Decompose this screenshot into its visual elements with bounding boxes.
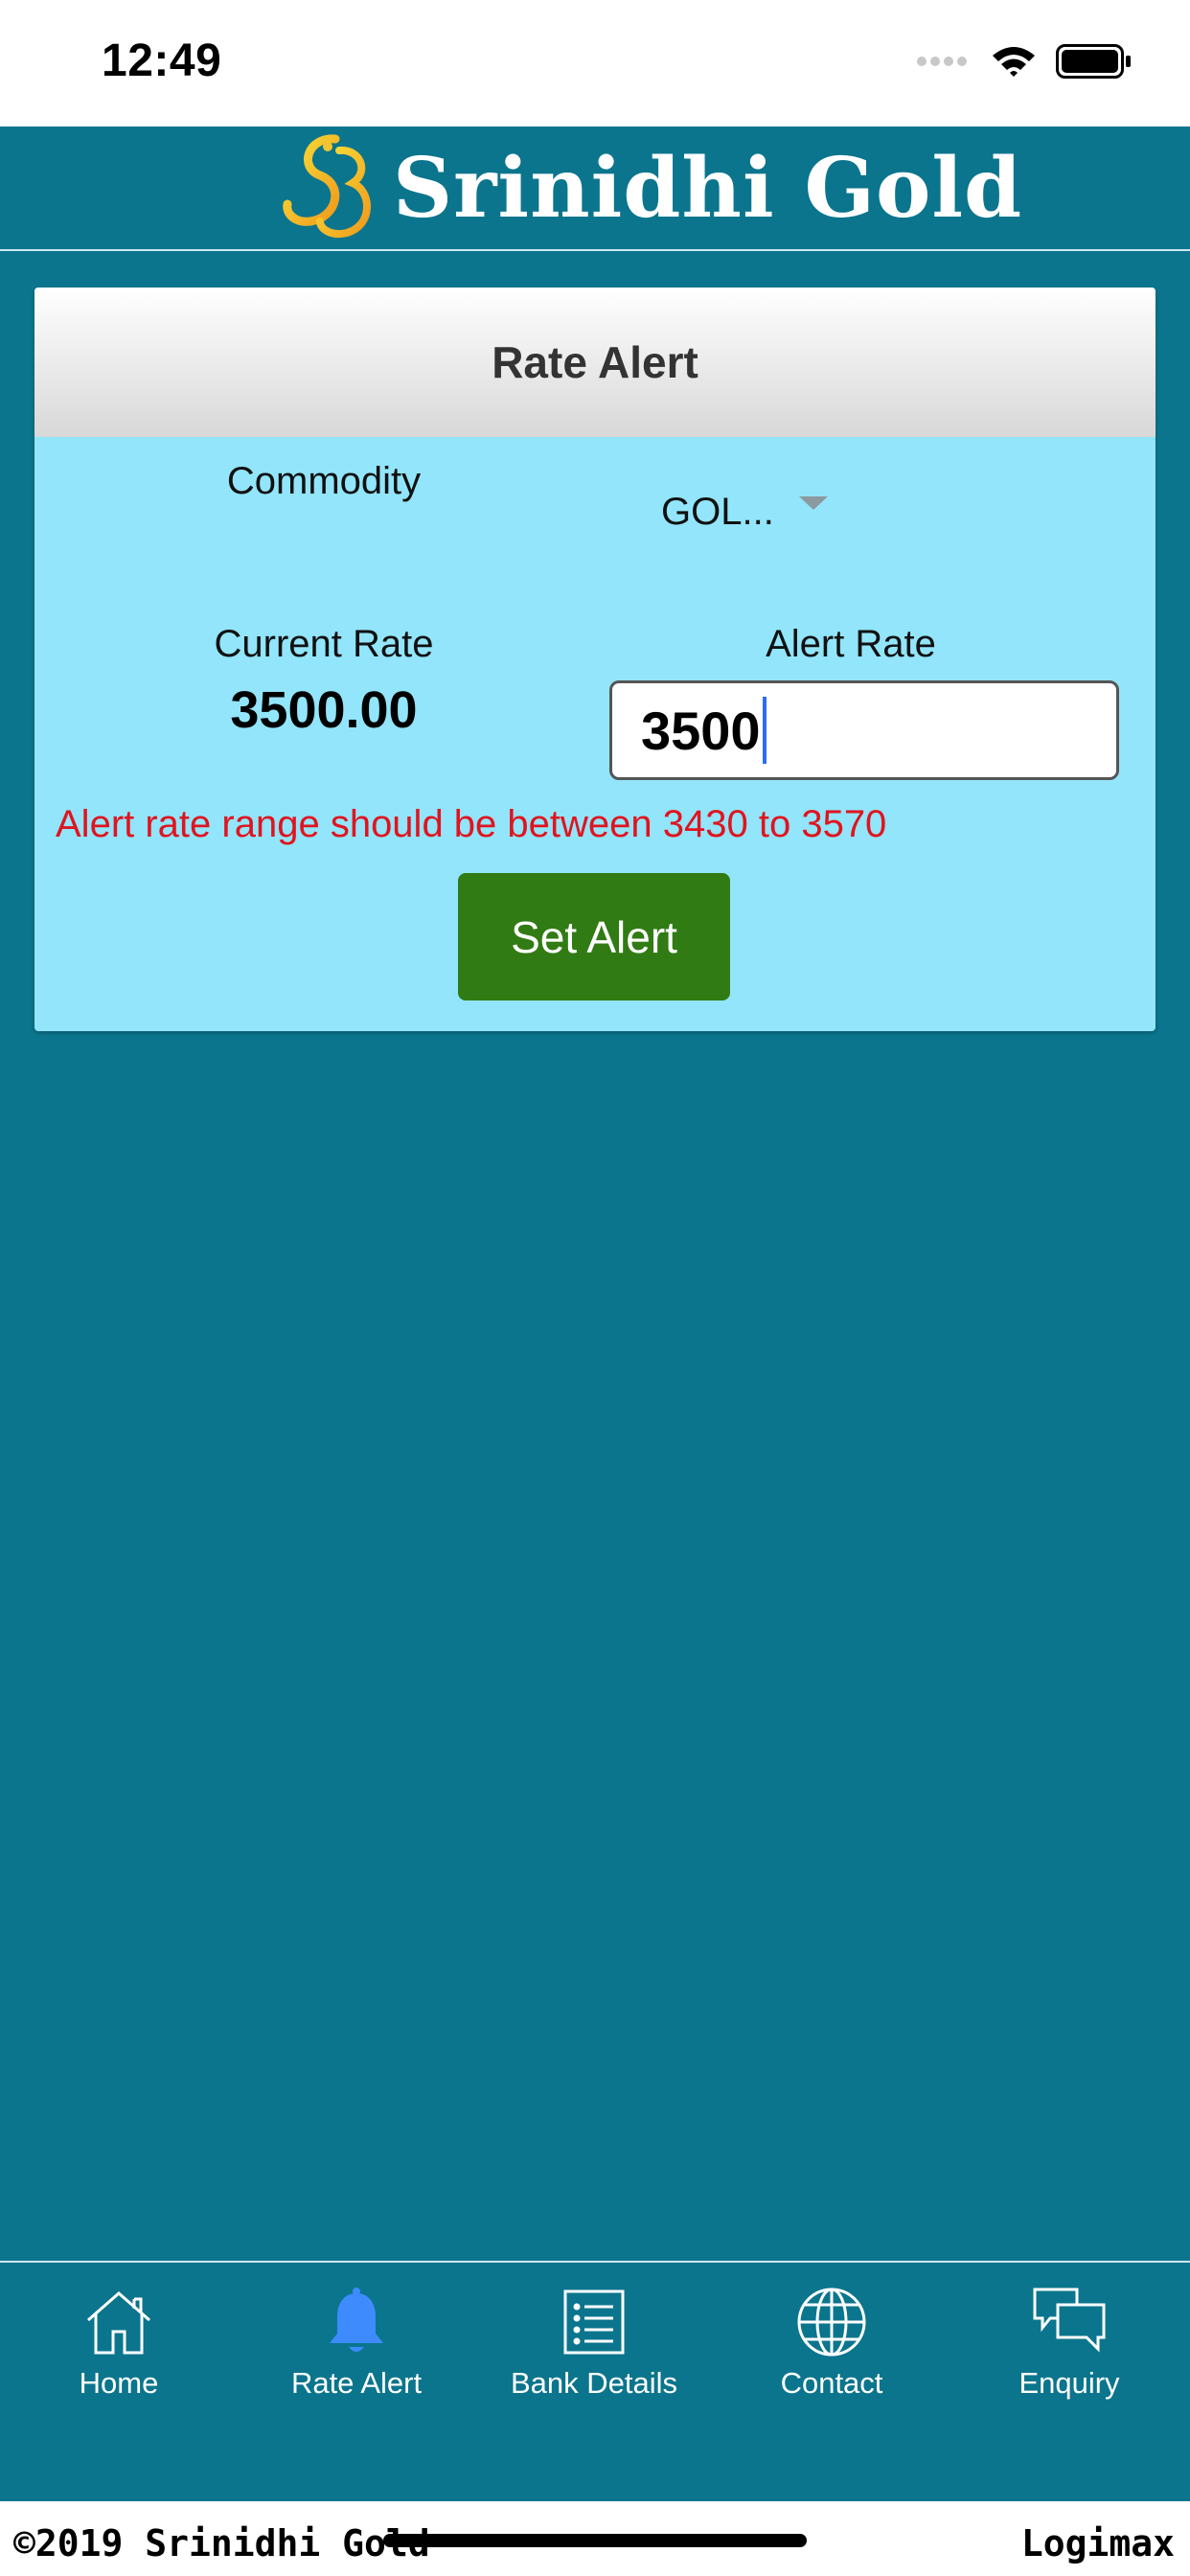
rate-alert-card: Rate Alert Commodity GOL... Current Rate…: [34, 288, 1156, 1031]
set-alert-button[interactable]: Set Alert: [458, 873, 730, 1000]
nav-item-contact[interactable]: Contact: [713, 2263, 950, 2416]
error-message: Alert rate range should be between 3430 …: [56, 803, 887, 845]
nav-label-rate-alert: Rate Alert: [290, 2366, 423, 2400]
text-cursor: [762, 697, 767, 764]
list-icon: [556, 2284, 632, 2360]
brand-name: Srinidhi Gold: [393, 139, 1023, 237]
alert-rate-input[interactable]: 3500: [609, 680, 1119, 780]
footer-vendor: Logimax: [1020, 2522, 1175, 2564]
status-time: 12:49: [102, 35, 222, 86]
home-indicator[interactable]: [383, 2534, 807, 2547]
nav-label-enquiry: Enquiry: [1018, 2366, 1120, 2400]
wifi-icon: [991, 44, 1037, 83]
nav-item-bank-details[interactable]: Bank Details: [475, 2263, 713, 2416]
current-rate-value: 3500.00: [230, 681, 418, 739]
home-icon: [80, 2284, 157, 2360]
nav-label-bank-details: Bank Details: [510, 2366, 678, 2400]
card-title: Rate Alert: [492, 337, 698, 387]
nav-item-home[interactable]: Home: [0, 2263, 238, 2416]
status-bar: 12:49: [0, 0, 1190, 126]
footer-copyright: ©2019 Srinidhi Gold: [13, 2522, 430, 2564]
brand-logo: Srinidhi Gold: [278, 126, 1022, 249]
nav-item-rate-alert[interactable]: Rate Alert: [238, 2263, 475, 2416]
nav-item-enquiry[interactable]: Enquiry: [950, 2263, 1188, 2416]
signal-icon: [916, 55, 972, 73]
chevron-down-icon: [798, 495, 828, 510]
alert-rate-input-value: 3500: [641, 700, 761, 761]
nav-label-home: Home: [79, 2366, 159, 2400]
bell-icon: [318, 2284, 395, 2360]
bottom-nav: Home Rate Alert Bank Details Contact Enq…: [0, 2263, 1190, 2502]
commodity-label: Commodity: [226, 460, 422, 502]
nav-label-contact: Contact: [780, 2366, 883, 2400]
ganesha-logo-icon: [278, 129, 385, 247]
commodity-select[interactable]: GOL...: [661, 491, 828, 534]
card-header: Rate Alert: [34, 288, 1156, 437]
header-divider: [0, 249, 1190, 251]
status-icons: [916, 42, 1133, 84]
current-rate-label: Current Rate: [214, 623, 434, 665]
alert-rate-label: Alert Rate: [766, 623, 936, 665]
battery-icon: [1056, 43, 1133, 83]
globe-icon: [793, 2284, 870, 2360]
chat-icon: [1031, 2284, 1108, 2360]
commodity-value: GOL...: [661, 491, 774, 533]
